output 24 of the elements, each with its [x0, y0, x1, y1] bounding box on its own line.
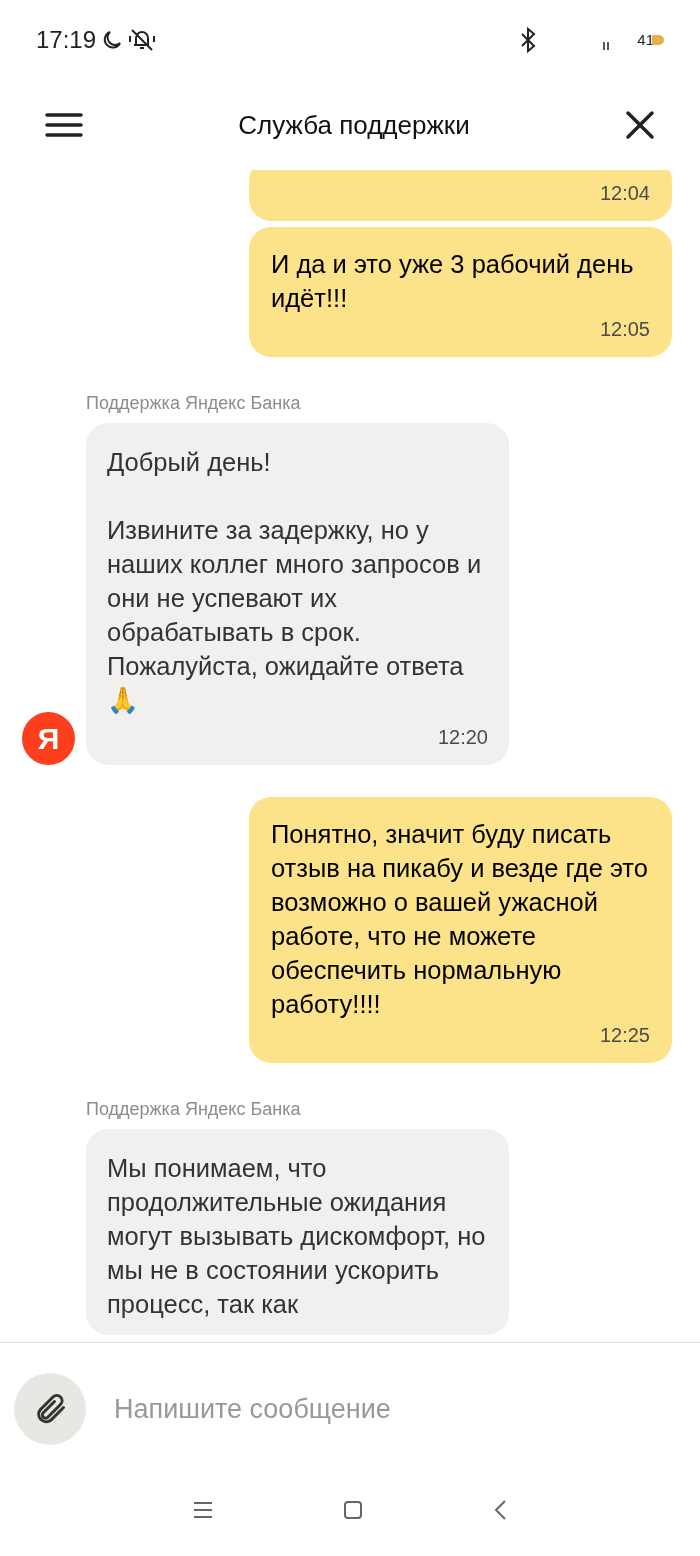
- message-time: 12:04: [599, 181, 650, 206]
- battery-icon: [652, 35, 664, 45]
- data-arrows-icon: [601, 41, 612, 51]
- message-text: Понятно, значит буду писать отзыв на пикабу и везде где это возможно о вашей ужасной работе, что не можете обеспечить нормальную работу!!!!: [271, 819, 649, 1020]
- battery-level: 41: [637, 29, 654, 50]
- home-icon[interactable]: [343, 1499, 363, 1520]
- back-icon[interactable]: [493, 1498, 507, 1521]
- header-title: Служба поддержки: [238, 108, 470, 142]
- message-text: Добрый день! Извините за задержку, но у наших коллег много запросов и они не успевают их обрабатывать в срок. Пожалуйста, ожидайте ответа 🙏: [107, 447, 483, 716]
- menu-icon[interactable]: [45, 112, 83, 138]
- message-text: Мы понимаем, что продолжительные ожидания могут вызывать дискомфорт, но мы не в состоянии ускорить процесс, так как: [107, 1153, 487, 1320]
- status-time: 17:19: [36, 25, 97, 55]
- message-time: 12:05: [599, 317, 650, 342]
- message-input-field[interactable]: Напишите сообщение: [114, 1388, 686, 1430]
- recents-icon[interactable]: [193, 1500, 213, 1519]
- sender-name: Поддержка Яндекс Банка: [86, 1098, 302, 1121]
- message-time: 12:20: [437, 725, 488, 750]
- message-time: 12:25: [599, 1023, 650, 1048]
- sender-name: Поддержка Яндекс Банка: [86, 392, 302, 415]
- message-text: И да и это уже 3 рабочий день идёт!!!: [271, 249, 635, 314]
- avatar: Я: [22, 712, 75, 765]
- bluetooth-icon: [519, 26, 538, 54]
- muted-bell-icon: [128, 27, 157, 53]
- close-icon[interactable]: [625, 110, 655, 140]
